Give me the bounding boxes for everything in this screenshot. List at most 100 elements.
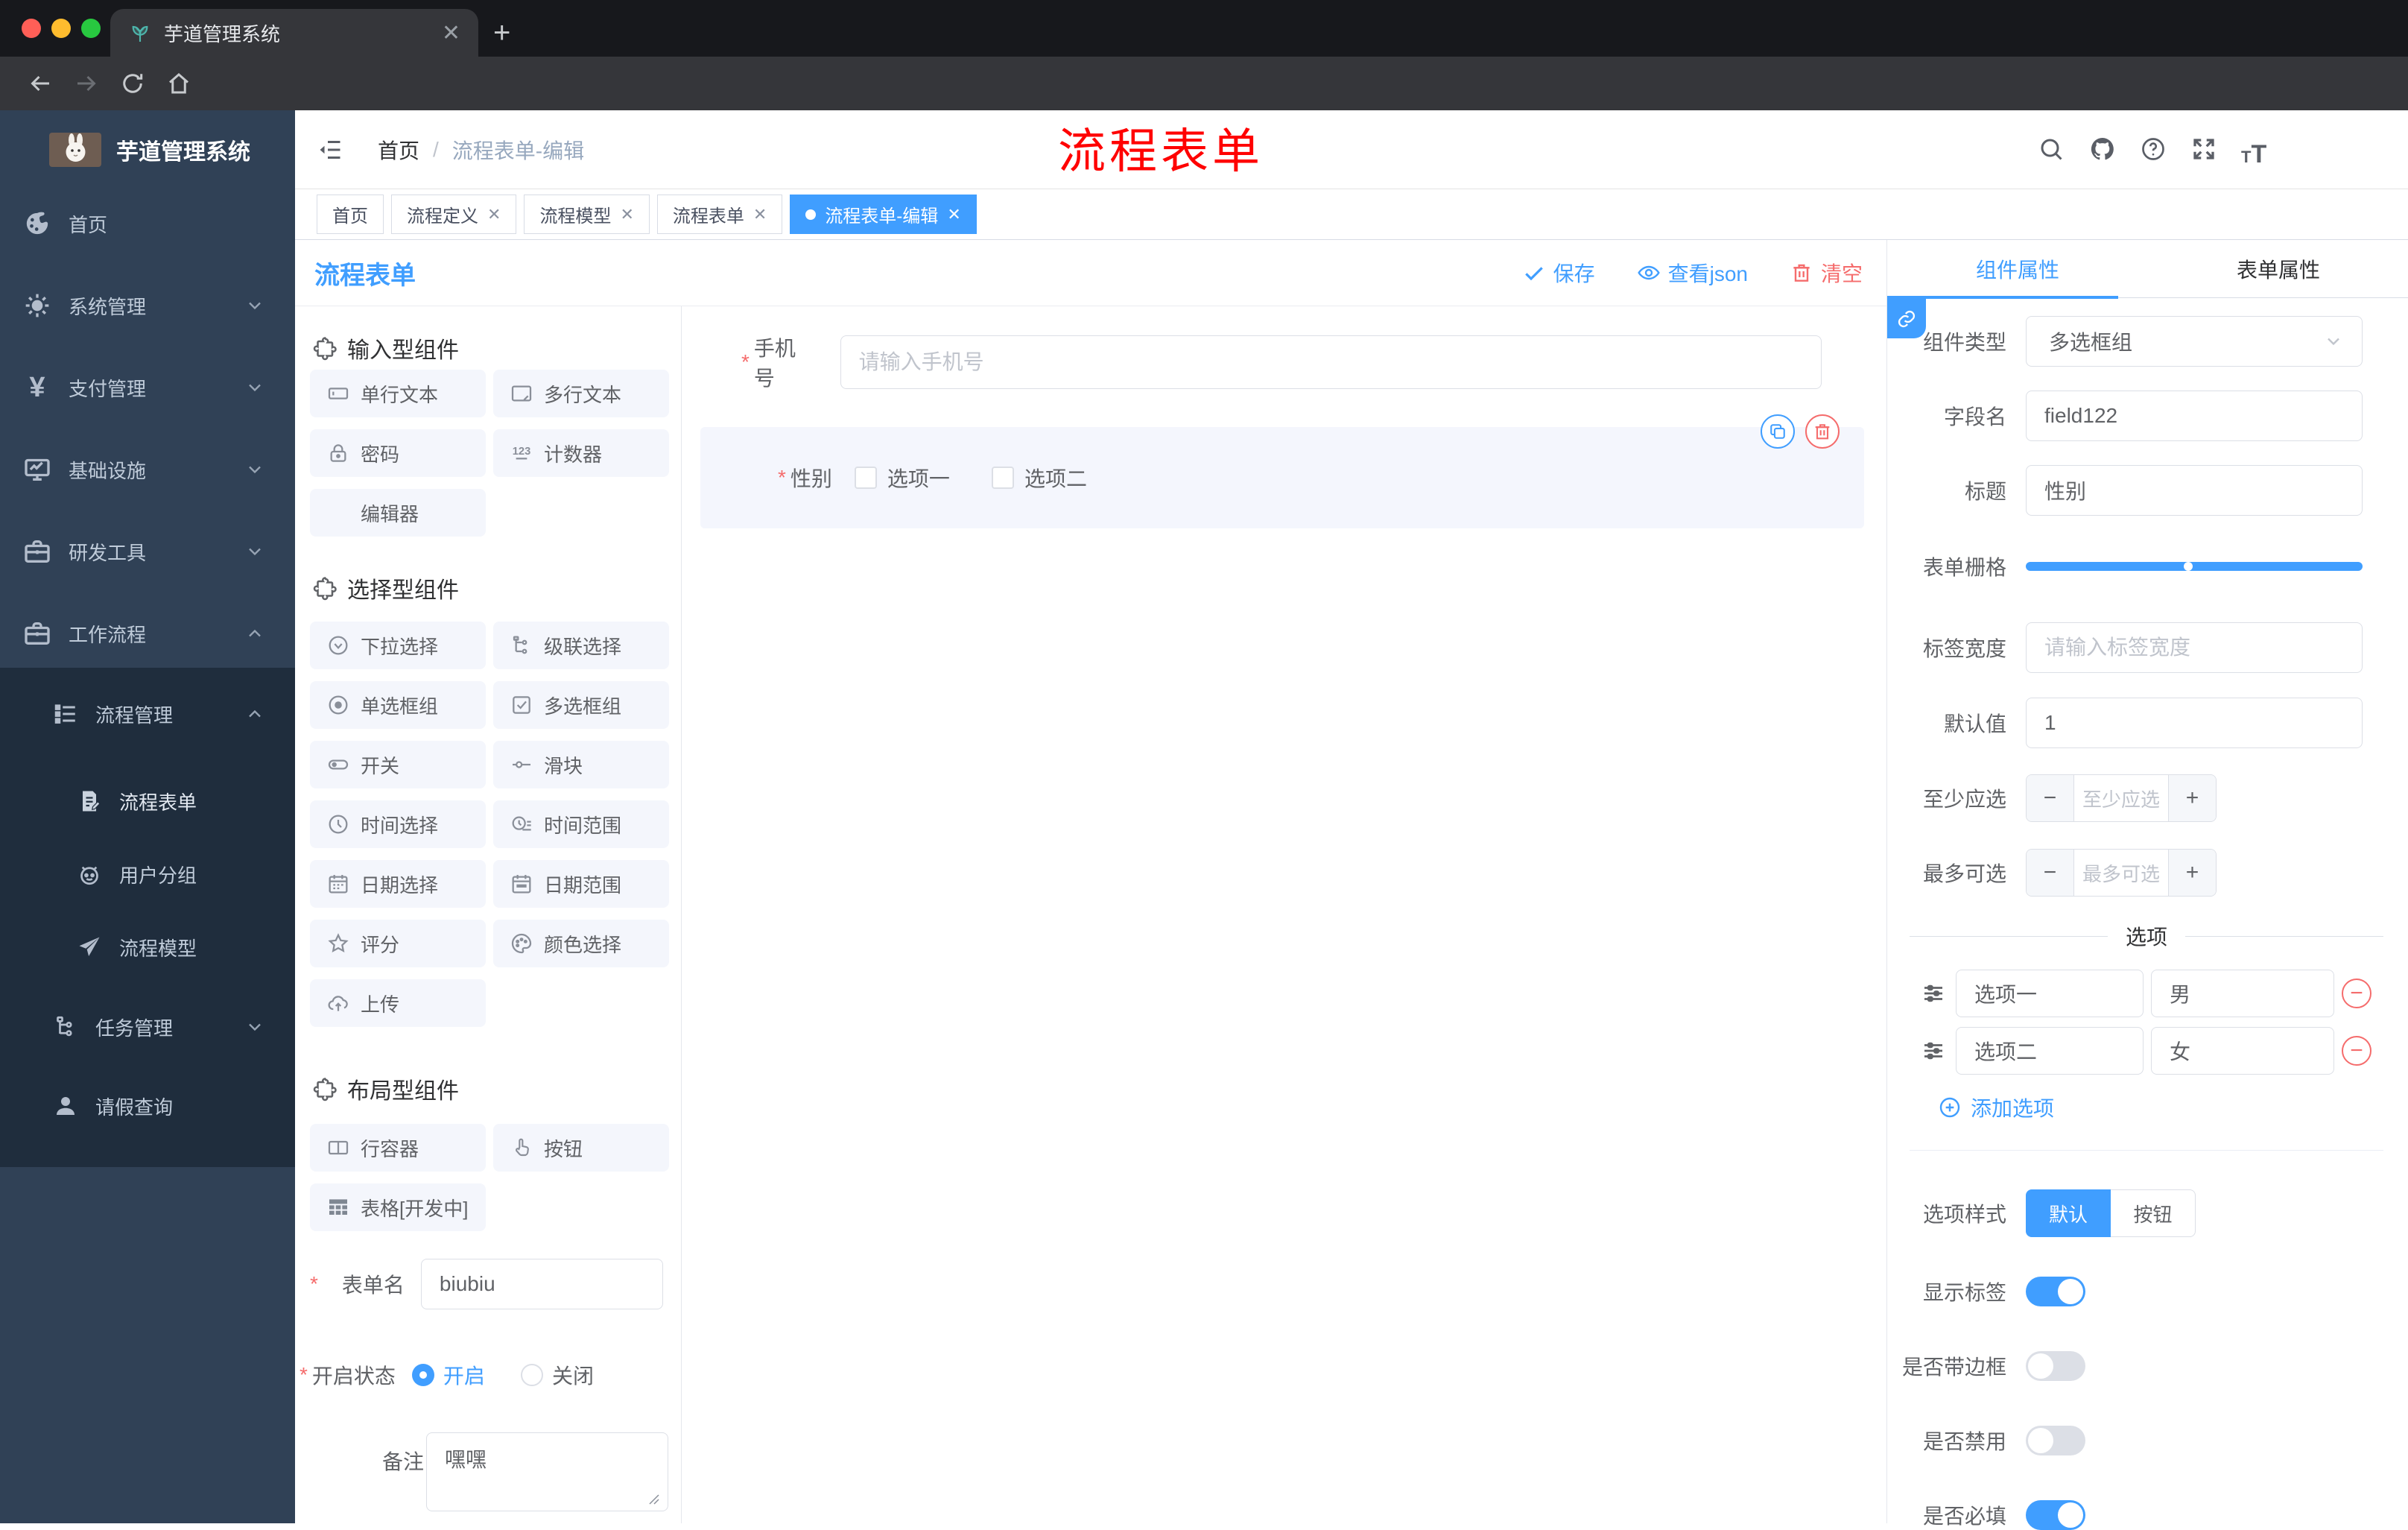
palette-item-button[interactable]: 按钮	[493, 1124, 669, 1172]
window-zoom-button[interactable]	[81, 19, 101, 38]
tag-process-definition[interactable]: 流程定义 ✕	[391, 195, 517, 234]
palette-item-date-range[interactable]: 日期范围	[493, 860, 669, 908]
palette-item-time-picker[interactable]: 时间选择	[310, 800, 486, 848]
drag-handle-icon[interactable]	[1920, 1037, 1947, 1064]
option-2-label-input[interactable]	[1956, 1027, 2144, 1075]
tag-close-icon[interactable]: ✕	[487, 205, 501, 224]
tab-close-icon[interactable]: ✕	[442, 20, 460, 46]
sidebar-item-task-management[interactable]: 任务管理	[0, 997, 295, 1057]
sidebar-item-user-groups[interactable]: 用户分组	[0, 844, 295, 904]
palette-item-single-text[interactable]: 单行文本	[310, 370, 486, 417]
form-name-input[interactable]	[420, 1259, 663, 1309]
home-icon[interactable]	[165, 70, 192, 97]
disabled-toggle[interactable]	[2026, 1426, 2085, 1455]
tag-close-icon[interactable]: ✕	[620, 205, 633, 224]
component-type-select[interactable]: 多选框组	[2026, 316, 2363, 367]
palette-item-checkbox-group[interactable]: 多选框组	[493, 681, 669, 729]
style-button-button[interactable]: 按钮	[2111, 1189, 2196, 1237]
tag-process-form[interactable]: 流程表单 ✕	[656, 195, 783, 234]
option-1-value-input[interactable]	[2151, 970, 2334, 1017]
status-off-label[interactable]: 关闭	[552, 1360, 594, 1390]
resize-handle-icon[interactable]	[647, 1492, 662, 1507]
palette-item-date-picker[interactable]: 日期选择	[310, 860, 486, 908]
help-icon[interactable]	[2140, 136, 2167, 162]
max-select-placeholder[interactable]: 最多可选	[2074, 850, 2168, 896]
palette-item-color-picker[interactable]: 颜色选择	[493, 920, 669, 967]
palette-item-switch[interactable]: 开关	[310, 741, 486, 788]
palette-item-rate[interactable]: 评分	[310, 920, 486, 967]
font-size-icon[interactable]: TT	[2241, 140, 2266, 169]
new-tab-button[interactable]: +	[493, 18, 510, 48]
palette-item-upload[interactable]: 上传	[310, 979, 486, 1027]
tag-close-icon[interactable]: ✕	[947, 205, 960, 224]
gender-option-2-label[interactable]: 选项二	[1024, 463, 1087, 493]
palette-item-counter[interactable]: 123 计数器	[493, 429, 669, 477]
breadcrumb-home[interactable]: 首页	[378, 135, 419, 165]
palette-item-slider[interactable]: 滑块	[493, 741, 669, 788]
browser-tab[interactable]: 芋道管理系统 ✕	[110, 9, 478, 57]
view-json-button[interactable]: 查看json	[1637, 258, 1748, 288]
with-border-toggle[interactable]	[2026, 1351, 2085, 1381]
fullscreen-icon[interactable]	[2190, 136, 2217, 162]
remove-option-button[interactable]: −	[2342, 979, 2371, 1008]
field-name-input[interactable]	[2026, 391, 2363, 441]
tab-form-props[interactable]: 表单属性	[2148, 240, 2408, 297]
status-on-label[interactable]: 开启	[443, 1360, 485, 1390]
show-label-toggle[interactable]	[2026, 1277, 2085, 1306]
tag-home[interactable]: 首页	[317, 195, 384, 234]
sidebar-logo[interactable]: 芋道管理系统	[0, 115, 295, 185]
window-minimize-button[interactable]	[51, 19, 71, 38]
sidebar-item-leave-query[interactable]: 请假查询	[0, 1076, 295, 1136]
phone-field-input[interactable]	[840, 335, 1822, 389]
delete-component-button[interactable]	[1805, 414, 1840, 449]
option-1-label-input[interactable]	[1956, 970, 2144, 1017]
sidebar-item-process-model[interactable]: 流程模型	[0, 917, 295, 977]
sidebar-item-payment[interactable]: ¥ 支付管理	[0, 358, 295, 417]
remove-option-button[interactable]: −	[2342, 1036, 2371, 1066]
sidebar-collapse-icon[interactable]	[317, 136, 343, 163]
palette-item-textarea[interactable]: 多行文本	[493, 370, 669, 417]
palette-item-password[interactable]: 密码	[310, 429, 486, 477]
sidebar-item-infrastructure[interactable]: 基础设施	[0, 440, 295, 499]
palette-item-time-range[interactable]: 时间范围	[493, 800, 669, 848]
form-grid-slider[interactable]	[2026, 562, 2363, 571]
forward-icon[interactable]	[73, 70, 100, 97]
palette-item-table[interactable]: 表格[开发中]	[310, 1183, 486, 1231]
gender-option-1-label[interactable]: 选项一	[887, 463, 950, 493]
stepper-decrease-button[interactable]: −	[2027, 850, 2074, 896]
tag-process-form-edit[interactable]: 流程表单-编辑 ✕	[790, 195, 977, 234]
drag-handle-icon[interactable]	[1920, 980, 1947, 1007]
form-canvas[interactable]: * 手机号 * 性别 选项一 选项二	[682, 306, 1886, 1523]
sidebar-item-process-form[interactable]: 流程表单	[0, 771, 295, 831]
palette-item-row-container[interactable]: 行容器	[310, 1124, 486, 1172]
sidebar-item-process-management[interactable]: 流程管理	[0, 684, 295, 744]
canvas-field-gender[interactable]: * 性别 选项一 选项二	[778, 463, 1087, 493]
min-select-placeholder[interactable]: 至少应选	[2074, 775, 2168, 821]
sidebar-item-system[interactable]: 系统管理	[0, 276, 295, 335]
tag-process-model[interactable]: 流程模型 ✕	[524, 195, 650, 234]
tab-component-props[interactable]: 组件属性	[1887, 240, 2148, 297]
stepper-decrease-button[interactable]: −	[2027, 775, 2074, 821]
search-icon[interactable]	[2038, 136, 2065, 162]
required-toggle[interactable]	[2026, 1500, 2085, 1530]
option-2-value-input[interactable]	[2151, 1027, 2334, 1075]
gender-checkbox-1[interactable]	[854, 467, 877, 489]
palette-item-select[interactable]: 下拉选择	[310, 622, 486, 669]
palette-item-cascader[interactable]: 级联选择	[493, 622, 669, 669]
sidebar-item-home[interactable]: 首页	[0, 194, 295, 253]
add-option-button[interactable]: 添加选项	[1938, 1093, 2054, 1122]
tag-close-icon[interactable]: ✕	[753, 205, 767, 224]
default-value-input[interactable]	[2026, 698, 2363, 748]
sidebar-item-dev-tools[interactable]: 研发工具	[0, 522, 295, 581]
sidebar-item-workflow[interactable]: 工作流程	[0, 604, 295, 663]
gender-checkbox-2[interactable]	[991, 467, 1014, 489]
canvas-selected-component[interactable]: * 性别 选项一 选项二	[700, 414, 1864, 528]
copy-component-button[interactable]	[1761, 414, 1795, 449]
palette-item-editor[interactable]: 编辑器	[310, 489, 486, 537]
stepper-increase-button[interactable]: +	[2168, 850, 2216, 896]
form-remark-textarea[interactable]: 嘿嘿	[426, 1432, 668, 1511]
canvas-field-phone[interactable]: * 手机号	[741, 335, 1822, 390]
title-input[interactable]	[2026, 465, 2363, 516]
github-icon[interactable]	[2089, 136, 2116, 162]
palette-item-radio-group[interactable]: 单选框组	[310, 681, 486, 729]
